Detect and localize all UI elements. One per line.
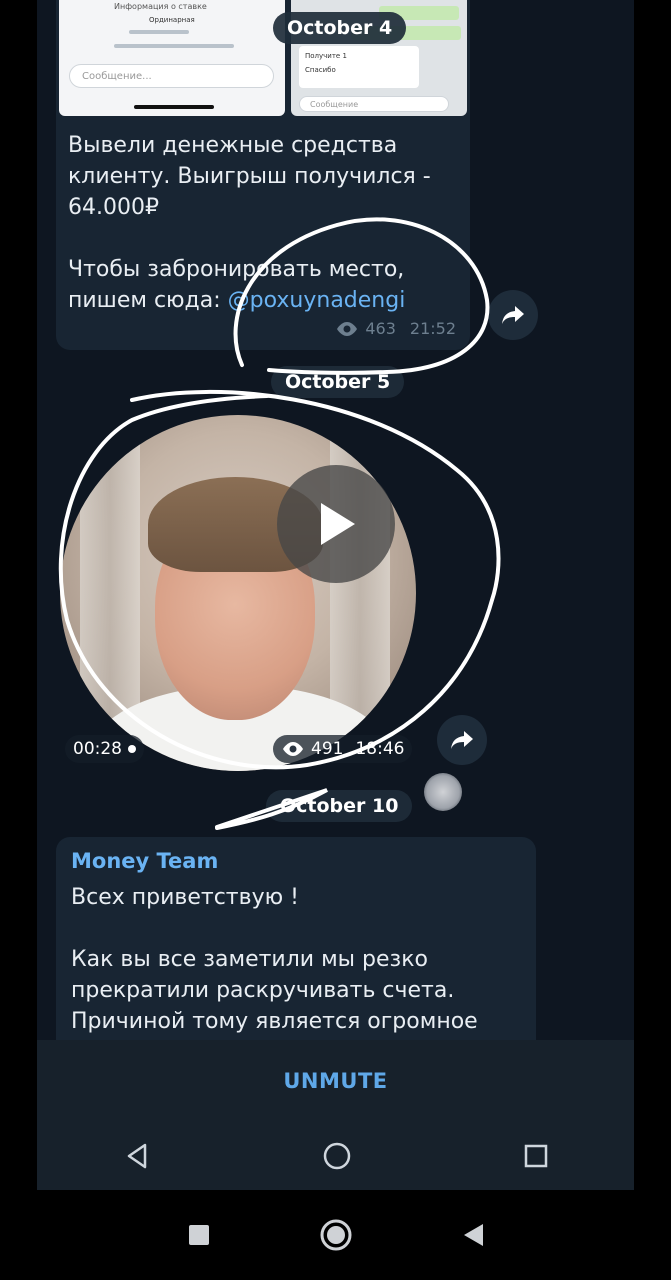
message-time: 21:52 — [409, 319, 456, 338]
video-message[interactable] — [60, 415, 416, 771]
share-icon — [502, 306, 524, 324]
play-button[interactable] — [277, 465, 395, 583]
message-bubble[interactable]: Информация о ставке Ординарная Сообщение… — [56, 0, 470, 350]
screenshot-thumbnail[interactable]: Информация о ставке Ординарная Сообщение… — [59, 0, 285, 116]
share-icon — [451, 731, 473, 749]
view-count: 463 — [365, 319, 396, 338]
recents-icon[interactable] — [187, 1223, 211, 1247]
eye-icon — [283, 742, 303, 756]
forward-button[interactable] — [488, 290, 538, 340]
message-paragraph: Вывели денежные средства клиенту. Выигры… — [68, 133, 431, 220]
play-icon — [321, 503, 355, 545]
message-time: 18:46 — [355, 739, 405, 759]
message-bubble[interactable]: Money Team Всех приветствую ! Как вы все… — [56, 837, 536, 1040]
chat-area[interactable]: Информация о ставке Ординарная Сообщение… — [37, 0, 634, 1040]
message-text: Всех приветствую ! Как вы все заметили м… — [71, 882, 526, 1037]
thumb-header: Информация о ставке — [114, 2, 207, 11]
message-meta: 463 21:52 — [335, 319, 456, 338]
message-paragraph: Как вы все заметили мы резко прекратили … — [71, 947, 478, 1034]
media-album[interactable]: Информация о ставке Ординарная Сообщение… — [59, 0, 467, 116]
sender-name[interactable]: Money Team — [71, 849, 218, 873]
thumb-card: Ординарная — [149, 16, 195, 24]
thumb-homebar — [134, 105, 214, 109]
forward-button[interactable] — [437, 715, 487, 765]
touch-indicator — [424, 773, 462, 811]
back-icon[interactable] — [123, 1142, 151, 1170]
unmute-bar[interactable]: UNMUTE — [37, 1040, 634, 1122]
date-divider: October 10 — [266, 790, 413, 822]
back-icon[interactable] — [461, 1222, 485, 1248]
outer-navbar — [0, 1190, 671, 1280]
date-divider: October 4 — [273, 12, 407, 44]
thumb-line — [114, 44, 234, 48]
unread-dot — [128, 745, 136, 753]
message-text: Вывели денежные средства клиенту. Выигры… — [68, 130, 458, 316]
message-paragraph: Всех приветствую ! — [71, 885, 299, 910]
thumb-input: Сообщение — [299, 96, 449, 112]
message-paragraph: Чтобы забронировать место, пишем сюда: @… — [68, 257, 406, 313]
username-link[interactable]: @poxuynadengi — [228, 288, 406, 313]
unmute-button[interactable]: UNMUTE — [283, 1069, 387, 1093]
thumb-reply: Получите 1 Спасибо — [299, 46, 419, 88]
home-icon[interactable] — [322, 1141, 352, 1171]
home-icon[interactable] — [319, 1218, 353, 1252]
video-meta: 491 18:46 — [273, 735, 413, 763]
eye-icon — [337, 321, 358, 336]
android-navbar — [37, 1122, 634, 1190]
phone-screen: Информация о ставке Ординарная Сообщение… — [37, 0, 634, 1190]
video-duration: 00:28 — [65, 735, 144, 763]
recents-icon[interactable] — [523, 1143, 549, 1169]
date-divider: October 5 — [271, 366, 405, 398]
thumb-input: Сообщение... — [69, 64, 274, 88]
view-count: 491 — [311, 739, 344, 759]
thumb-line — [129, 30, 189, 34]
